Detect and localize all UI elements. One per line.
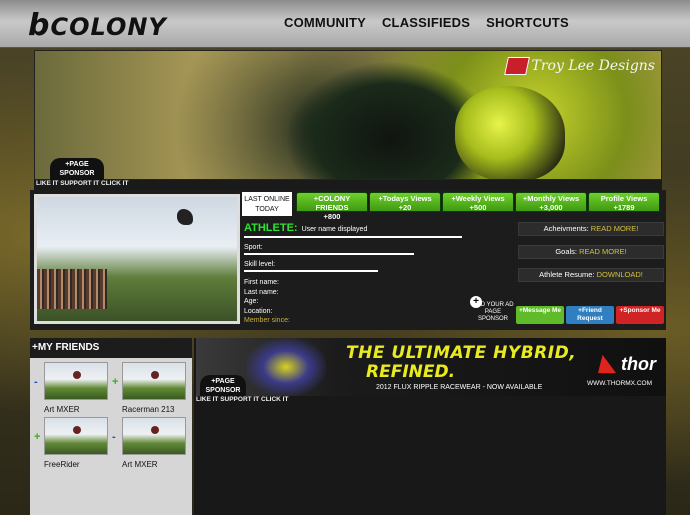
achievements-link[interactable]: Acheivments: READ MORE!	[518, 222, 664, 236]
profile-side-links: Acheivments: READ MORE! Goals: READ MORE…	[518, 222, 664, 291]
ad-like-text[interactable]: LIKE IT SUPPORT IT CLICK IT	[196, 396, 288, 403]
like-bar: LIKE IT SUPPORT IT CLICK IT	[34, 180, 662, 190]
sponsor-logo[interactable]: Troy Lee Designs	[503, 57, 655, 75]
friend-name[interactable]: Art MXER	[44, 405, 80, 414]
main-nav: COMMUNITY CLASSIFIEDS SHORTCUTS	[284, 15, 569, 30]
sponsor-me-button[interactable]: +Sponsor Me	[616, 306, 664, 324]
athlete-label: ATHLETE:	[244, 222, 298, 234]
thor-mark-icon: ◣	[599, 350, 616, 375]
ad-page-sponsor-badge[interactable]: +PAGE SPONSOR	[200, 375, 246, 397]
nav-shortcuts[interactable]: SHORTCUTS	[486, 15, 569, 30]
athlete-resume-link[interactable]: Athlete Resume: DOWNLOAD!	[518, 268, 664, 282]
my-friends-panel: +MY FRIENDS - Art MXER + Racerman 213 + …	[30, 338, 192, 515]
last-online-status: LAST ONLINE TODAY	[242, 192, 292, 216]
friend-thumbnail[interactable]	[122, 362, 186, 400]
profile-panel: LAST ONLINE TODAY +COLONY FRIENDS +800 +T…	[30, 190, 666, 330]
friend-card[interactable]: - Art MXER	[112, 417, 188, 473]
photo-rider	[177, 209, 193, 225]
photo-crowd	[37, 269, 107, 309]
ad-headline: THE ULTIMATE HYBRID,	[346, 343, 577, 363]
friend-thumbnail[interactable]	[44, 417, 108, 455]
friend-card[interactable]: + Racerman 213	[112, 362, 188, 418]
divider	[244, 270, 378, 272]
site-logo[interactable]: bCOLONY	[28, 8, 167, 43]
profile-actions: +Message Me +Friend Request +Sponsor Me	[516, 306, 664, 324]
friend-name[interactable]: Art MXER	[122, 460, 158, 469]
first-name-label: First name:	[244, 279, 280, 286]
ad-subtext: 2012 FLUX RIPPLE RACEWEAR - NOW AVAILABL…	[376, 384, 543, 391]
banner-helmet-image	[455, 86, 565, 179]
friend-card[interactable]: + FreeRider	[34, 417, 110, 473]
friend-thumbnail[interactable]	[44, 362, 108, 400]
friend-card[interactable]: - Art MXER	[34, 362, 110, 418]
ad-headline-refined: REFINED.	[366, 362, 456, 382]
like-it-text[interactable]: LIKE IT SUPPORT IT CLICK IT	[36, 180, 128, 187]
friend-thumbnail[interactable]	[122, 417, 186, 455]
add-your-ad-button[interactable]: + ADD YOUR AD PAGE SPONSOR	[470, 296, 516, 326]
thor-logo: ◣ thor	[599, 350, 656, 375]
divider	[244, 253, 414, 255]
message-me-button[interactable]: +Message Me	[516, 306, 564, 324]
friend-name[interactable]: Racerman 213	[122, 405, 174, 414]
plus-icon: +	[470, 296, 482, 308]
remove-friend-icon[interactable]: -	[112, 431, 116, 443]
divider	[244, 236, 462, 238]
remove-friend-icon[interactable]: -	[34, 376, 38, 388]
friend-name[interactable]: FreeRider	[44, 460, 80, 469]
profile-photo[interactable]	[37, 197, 237, 321]
sport-label: Sport:	[244, 244, 263, 251]
friend-request-button[interactable]: +Friend Request	[566, 306, 614, 324]
stat-tabs: +COLONY FRIENDS +800 +Todays Views +20 +We…	[296, 192, 660, 221]
my-friends-header[interactable]: +MY FRIENDS	[30, 338, 192, 358]
add-friend-icon[interactable]: +	[112, 376, 118, 388]
nav-community[interactable]: COMMUNITY	[284, 15, 366, 30]
ad-url: WWW.THORMX.COM	[587, 380, 652, 387]
page-sponsor-badge[interactable]: +PAGE SPONSOR	[50, 158, 104, 180]
skill-level-label: Skill level:	[244, 261, 276, 268]
ad-rider-image	[246, 338, 326, 396]
tab-monthly-views[interactable]: +Monthly Views +3,000	[515, 192, 587, 212]
goals-link[interactable]: Goals: READ MORE!	[518, 245, 664, 259]
tab-weekly-views[interactable]: +Weekly Views +500	[442, 192, 514, 212]
tab-profile-views[interactable]: Profile Views +1789	[588, 192, 660, 212]
top-navigation-bar: bCOLONY COMMUNITY CLASSIFIEDS SHORTCUTS	[0, 0, 690, 48]
profile-photo-frame	[34, 194, 240, 324]
profile-banner[interactable]: Troy Lee Designs	[34, 50, 662, 180]
thor-ad-banner[interactable]: THE ULTIMATE HYBRID, REFINED. 2012 FLUX …	[196, 338, 666, 396]
athlete-user-name: User name displayed	[301, 226, 368, 233]
tab-colony-friends[interactable]: +COLONY FRIENDS +800	[296, 192, 368, 221]
tab-todays-views[interactable]: +Todays Views +20	[369, 192, 441, 212]
add-friend-icon[interactable]: +	[34, 431, 40, 443]
tld-mark-icon	[503, 57, 530, 75]
nav-classifieds[interactable]: CLASSIFIEDS	[382, 15, 470, 30]
